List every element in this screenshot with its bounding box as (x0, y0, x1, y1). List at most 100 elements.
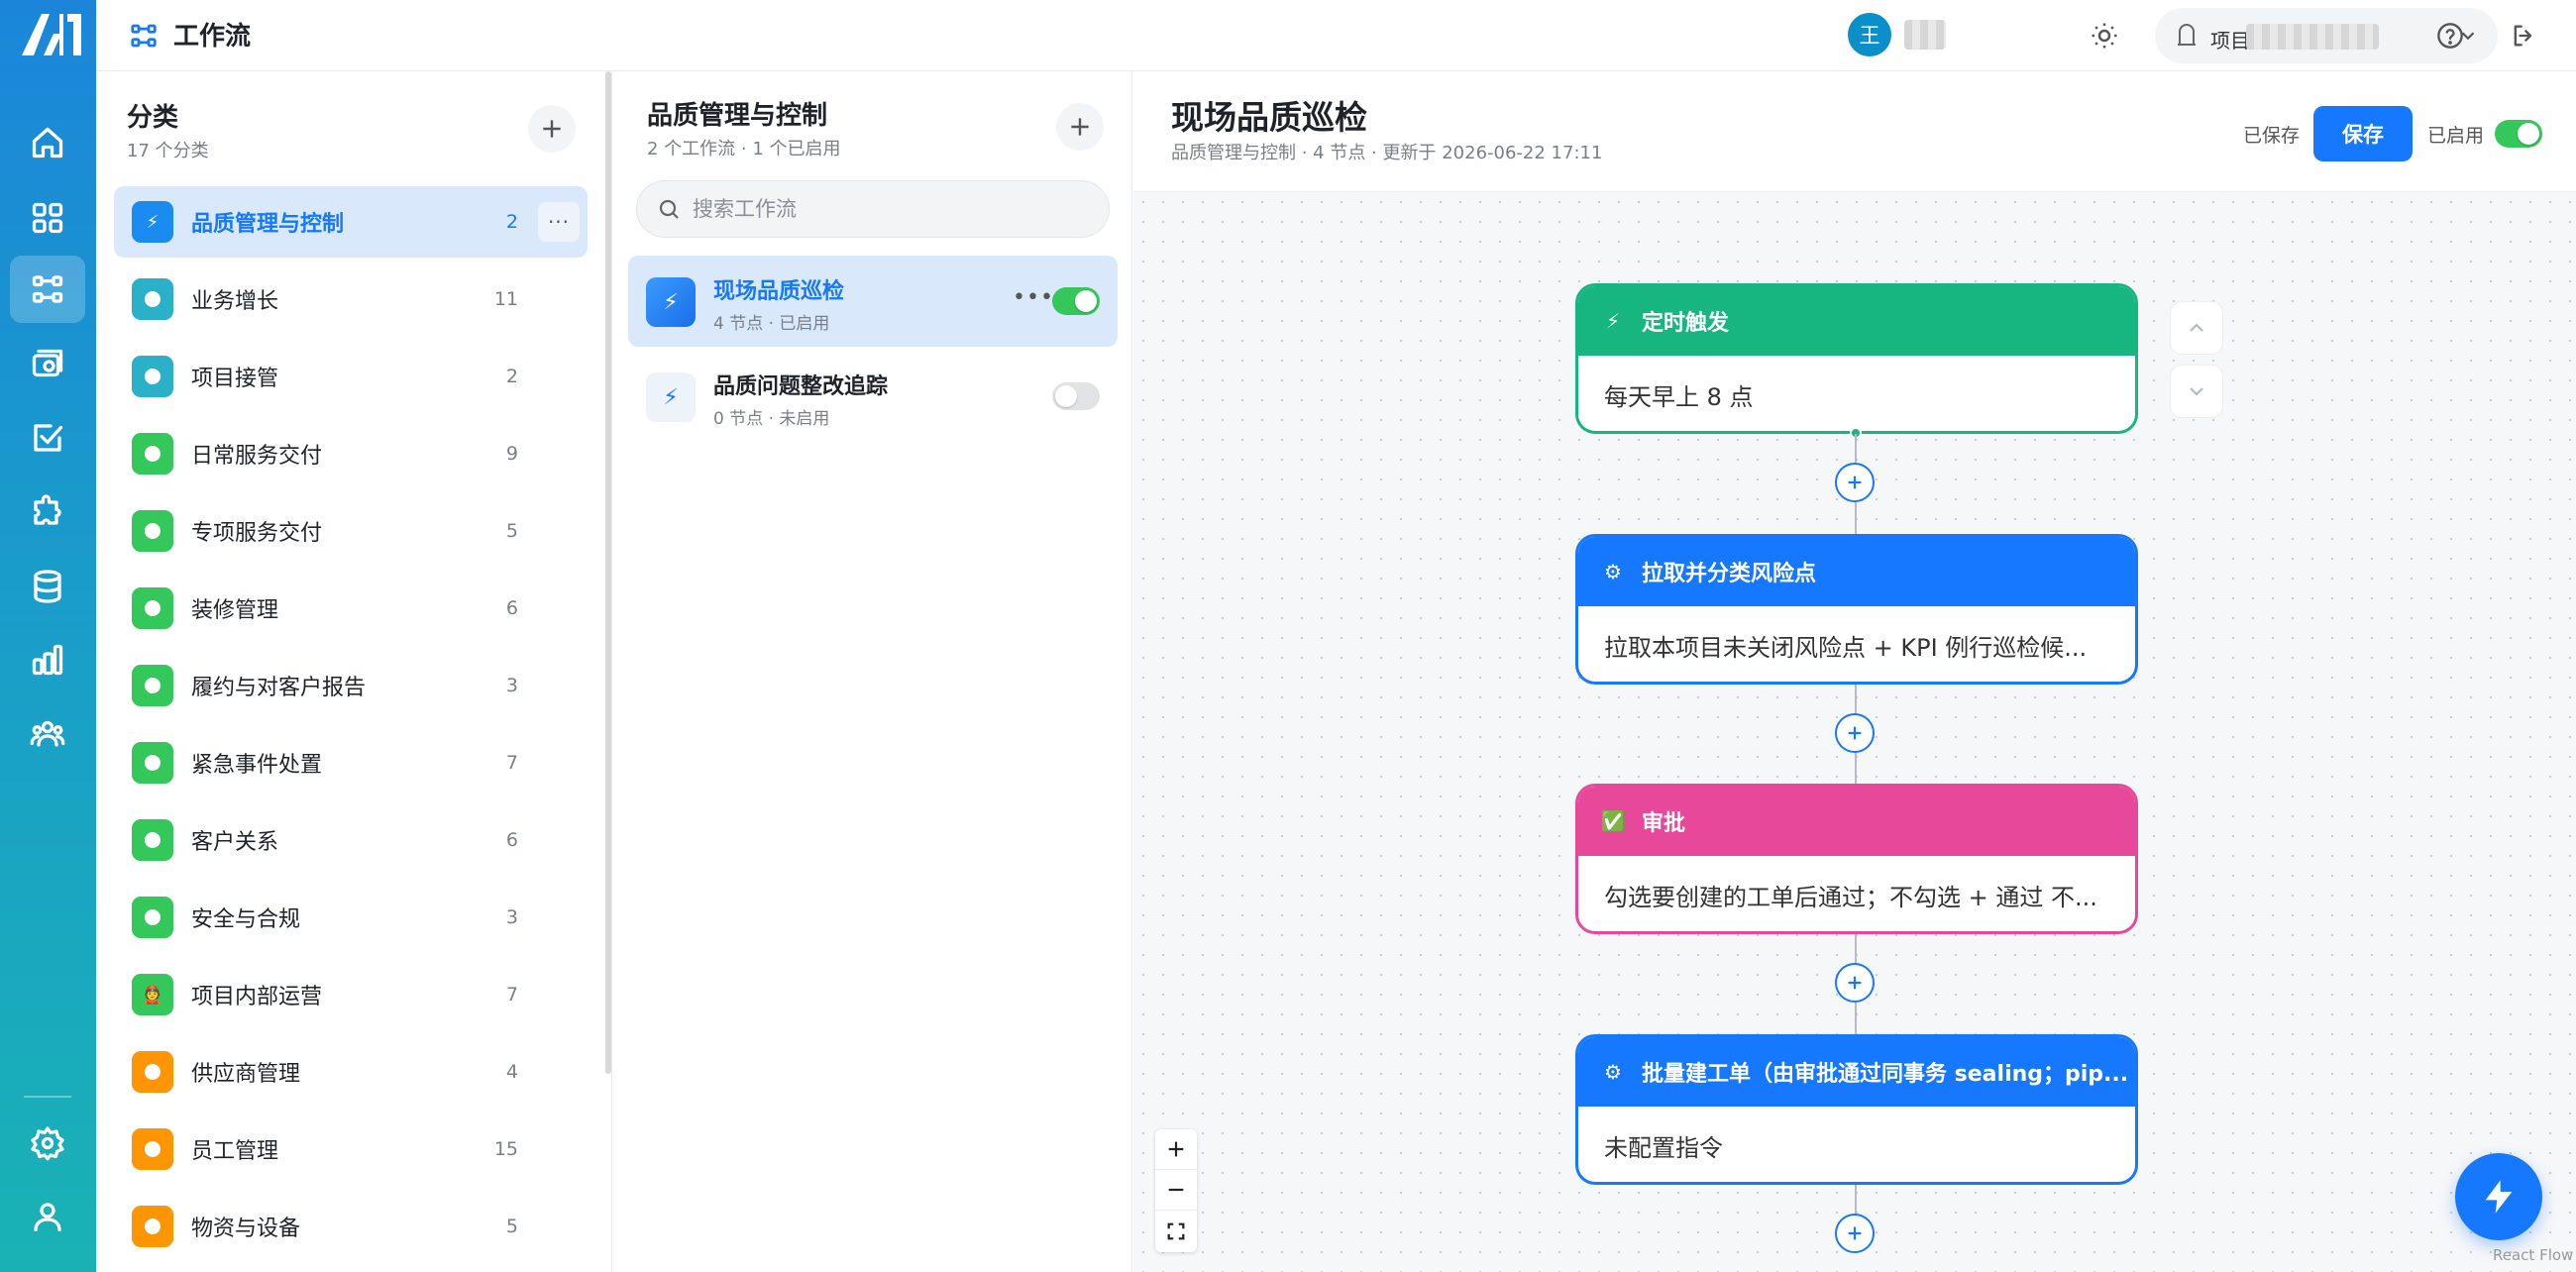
nav-home-icon[interactable] (10, 109, 85, 176)
flow-node-trigger[interactable]: ⚡ 定时触发 每天早上 8 点 (1575, 283, 2138, 434)
save-button[interactable]: 保存 (2313, 106, 2413, 161)
logout-icon[interactable] (2502, 14, 2545, 57)
category-item[interactable]: 装修管理 6 (114, 573, 588, 644)
category-panel: 分类 17 个分类 ⚡ 品质管理与控制 2 ··· 业务增长 11 项目接管 2 日常服务交付 9… (96, 71, 609, 1272)
flow-node-action[interactable]: ⚙ 拉取并分类风险点 拉取本项目未关闭风险点 + KPI 例行巡检候... (1575, 534, 2138, 685)
more-options-icon[interactable]: ··· (538, 202, 580, 242)
zoom-in-icon[interactable] (1155, 1129, 1197, 1170)
category-name: 项目接管 (191, 367, 279, 391)
nav-database-icon[interactable] (10, 553, 85, 620)
node-header: ✅ 审批 (1578, 787, 2135, 856)
category-item[interactable]: 物资与设备 5 (114, 1191, 588, 1262)
zoom-out-icon[interactable] (1155, 1170, 1197, 1211)
rail-divider (24, 1096, 71, 1098)
category-dot-icon (132, 433, 173, 475)
move-up-button[interactable] (2170, 301, 2223, 355)
workflow-item[interactable]: ⚡ 现场品质巡检 4 节点 · 已启用 ••• (628, 256, 1118, 347)
node-header: ⚙ 批量建工单（由审批通过同事务 sealing；pip... (1578, 1037, 2135, 1107)
react-flow-attribution[interactable]: React Flow (2493, 1246, 2573, 1264)
category-item[interactable]: 履约与对客户报告 3 (114, 650, 588, 721)
lightning-icon: ⚡ (646, 277, 696, 327)
node-trigger-icon: ⚡ (1605, 309, 1621, 333)
project-selector-label: 项目 (2210, 29, 2250, 53)
category-count-badge: 4 (505, 1061, 518, 1083)
category-dot-icon (132, 510, 173, 552)
category-item[interactable]: 项目接管 2 (114, 341, 588, 412)
nav-plugins-icon[interactable] (10, 477, 85, 545)
category-count-badge: 9 (505, 443, 518, 465)
node-title: 审批 (1642, 811, 1686, 836)
flow-node-action[interactable]: ⚙ 批量建工单（由审批通过同事务 sealing；pip... 未配置指令 (1575, 1034, 2138, 1185)
workflow-panel-subtitle: 2 个工作流 · 1 个已启用 (647, 139, 841, 159)
category-count-badge: 2 (505, 211, 518, 233)
workflow-search (636, 180, 1110, 238)
category-hat-icon: 👲 (132, 974, 173, 1015)
node-approval-icon: ✅ (1600, 809, 1626, 833)
workflow-name: 现场品质巡检 (713, 279, 845, 304)
category-item[interactable]: 日常服务交付 9 (114, 418, 588, 489)
user-name-redacted (1904, 20, 1946, 50)
category-count-badge: 6 (505, 829, 518, 851)
search-input[interactable] (693, 197, 1089, 221)
zoom-controls (1155, 1129, 1197, 1252)
category-name: 紧急事件处置 (191, 753, 323, 778)
workflow-title: 现场品质巡检 (1171, 98, 1367, 137)
workflow-panel-title: 品质管理与控制 (647, 101, 828, 131)
add-node-button[interactable] (1835, 963, 1875, 1003)
user-avatar[interactable]: 王 (1848, 13, 1891, 56)
category-item[interactable]: 客户关系 6 (114, 804, 588, 876)
category-item[interactable]: 安全与合规 3 (114, 882, 588, 953)
category-dot-icon (132, 356, 173, 397)
app-logo[interactable] (20, 12, 83, 57)
flow-node-approval[interactable]: ✅ 审批勾选要创建的工单后通过；不勾选 + 通过 不... (1575, 784, 2138, 934)
nav-workflow-icon[interactable] (10, 256, 85, 323)
more-options-icon[interactable]: ••• (1013, 285, 1054, 310)
ai-assistant-button[interactable] (2455, 1153, 2542, 1240)
node-body: 勾选要创建的工单后通过；不勾选 + 通过 不... (1604, 884, 2097, 911)
fit-view-icon[interactable] (1155, 1211, 1197, 1251)
theme-toggle-sun-icon[interactable] (2083, 14, 2126, 57)
category-count-badge: 3 (505, 675, 518, 696)
category-item[interactable]: 供应商管理 4 (114, 1036, 588, 1108)
workflow-toggle[interactable] (1052, 287, 1100, 315)
nav-tasks-icon[interactable] (10, 331, 85, 398)
add-category-button[interactable] (528, 105, 576, 153)
category-item[interactable]: 业务增长 11 (114, 264, 588, 335)
node-action-icon: ⚙ (1604, 1060, 1622, 1084)
category-name: 日常服务交付 (191, 444, 323, 469)
workflow-list-panel: 品质管理与控制 2 个工作流 · 1 个已启用 ⚡ 现场品质巡检 4 节点 · 已启… (611, 71, 1132, 1272)
nav-settings-icon[interactable] (10, 1110, 85, 1177)
add-workflow-button[interactable] (1056, 103, 1104, 151)
workflow-item[interactable]: ⚡ 品质问题整改追踪 0 节点 · 未启用 (628, 351, 1118, 442)
node-title: 拉取并分类风险点 (1642, 562, 1817, 586)
node-body: 未配置指令 (1604, 1134, 1723, 1162)
category-item[interactable]: 紧急事件处置 7 (114, 727, 588, 798)
category-name: 装修管理 (191, 598, 279, 623)
search-icon (657, 197, 681, 221)
workflow-toggle[interactable] (1052, 382, 1100, 410)
move-down-button[interactable] (2170, 365, 2223, 418)
flow-canvas[interactable]: ⚡ 定时触发 每天早上 8 点 ⚙ 拉取并分类风险点 拉取本项目未关闭风险点 + KPI … (1133, 192, 2576, 1272)
nav-analytics-icon[interactable] (10, 626, 85, 693)
add-node-button[interactable] (1835, 463, 1875, 502)
nav-profile-icon[interactable] (10, 1183, 85, 1250)
category-dot-icon (132, 587, 173, 629)
plus-icon (1848, 1226, 1862, 1240)
category-count-badge: 5 (505, 1216, 518, 1237)
workflow-meta: 4 节点 · 已启用 (713, 314, 830, 334)
workflow-icon (129, 21, 159, 51)
category-bolt-icon: ⚡ (132, 201, 173, 243)
add-node-button[interactable] (1835, 1214, 1875, 1253)
nav-team-icon[interactable] (10, 699, 85, 767)
category-item[interactable]: 👲 项目内部运营 7 (114, 959, 588, 1030)
save-status: 已保存 (2243, 125, 2301, 147)
category-item[interactable]: 员工管理 15 (114, 1113, 588, 1185)
help-icon[interactable] (2428, 14, 2472, 57)
nav-dashboard-icon[interactable] (10, 184, 85, 252)
category-dot-icon (132, 1206, 173, 1247)
nav-checklist-icon[interactable] (10, 404, 85, 472)
add-node-button[interactable] (1835, 713, 1875, 753)
category-item[interactable]: ⚡ 品质管理与控制 2 ··· (114, 186, 588, 258)
workflow-enabled-toggle[interactable] (2495, 120, 2542, 148)
category-item[interactable]: 专项服务交付 5 (114, 495, 588, 567)
